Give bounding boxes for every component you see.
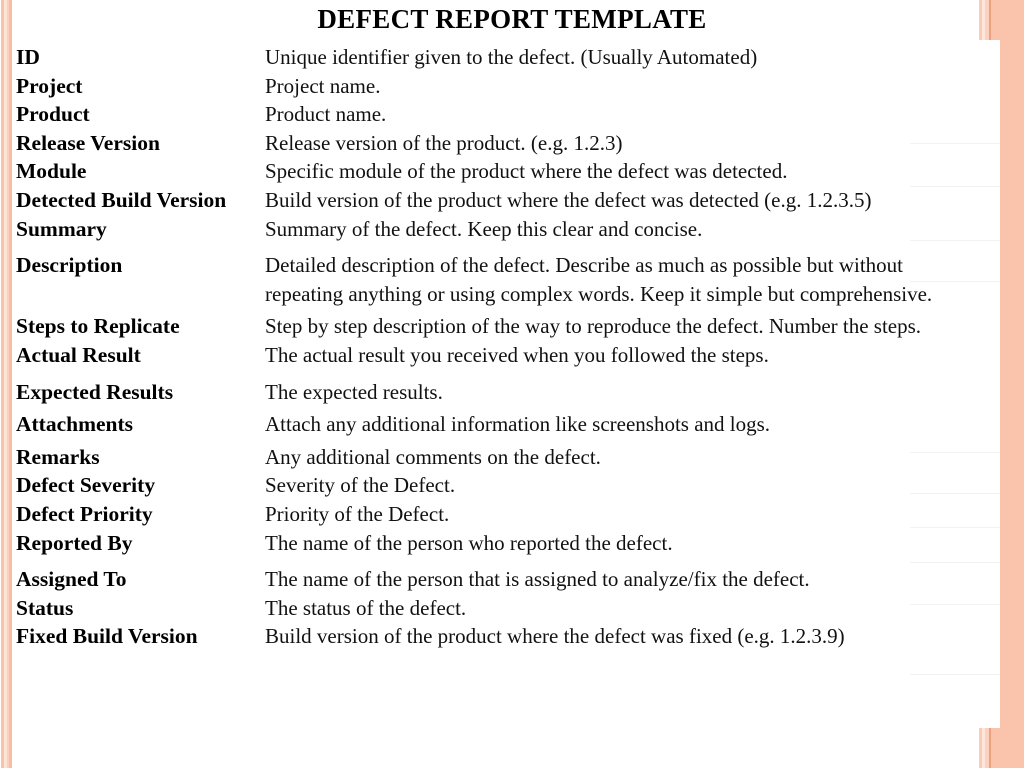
field-row: Detected Build Version Build version of t… bbox=[16, 186, 986, 215]
field-row: Status The status of the defect. bbox=[16, 594, 986, 623]
field-row: Fixed Build Version Build version of the … bbox=[16, 622, 986, 651]
field-label: Module bbox=[16, 159, 87, 184]
defect-field-table: ID Unique identifier given to the defect.… bbox=[16, 43, 986, 651]
decorative-stripe bbox=[4, 0, 7, 768]
field-description: The name of the person who reported the … bbox=[265, 530, 673, 555]
decorative-stripe bbox=[7, 0, 9, 768]
field-row: ID Unique identifier given to the defect.… bbox=[16, 43, 986, 72]
field-label: Status bbox=[16, 595, 74, 620]
field-label: Description bbox=[16, 253, 123, 278]
field-description: The expected results. bbox=[265, 379, 443, 404]
field-row: Summary Summary of the defect. Keep this … bbox=[16, 215, 986, 244]
field-row: Steps to Replicate Step by step descripti… bbox=[16, 312, 986, 341]
field-row: Defect Priority Priority of the Defect. bbox=[16, 500, 986, 529]
field-description: The name of the person that is assigned … bbox=[265, 567, 810, 592]
field-row: Module Specific module of the product whe… bbox=[16, 157, 986, 186]
decorative-stripe bbox=[976, 728, 979, 768]
field-label: Steps to Replicate bbox=[16, 314, 180, 339]
field-row: Attachments Attach any additional informa… bbox=[16, 410, 986, 439]
field-description: Detailed description of the defect. Desc… bbox=[265, 253, 933, 306]
decorative-stripe bbox=[991, 728, 1000, 768]
field-description: Release version of the product. (e.g. 1.… bbox=[265, 130, 623, 155]
field-row: Assigned To The name of the person that i… bbox=[16, 565, 986, 594]
field-description: The actual result you received when you … bbox=[265, 342, 769, 367]
field-row: Actual Result The actual result you recei… bbox=[16, 341, 986, 370]
field-row: Release Version Release version of the pr… bbox=[16, 129, 986, 158]
field-label: Defect Priority bbox=[16, 501, 153, 526]
field-row: Remarks Any additional comments on the de… bbox=[16, 443, 986, 472]
field-row: Product Product name. bbox=[16, 100, 986, 129]
decorative-stripe bbox=[9, 0, 12, 768]
field-description: Unique identifier given to the defect. (… bbox=[265, 45, 758, 69]
field-label: Product bbox=[16, 102, 90, 127]
field-label: Defect Severity bbox=[16, 473, 156, 498]
field-description: Step by step description of the way to r… bbox=[265, 314, 922, 339]
decorative-stripe bbox=[1, 0, 4, 768]
field-label: Detected Build Version bbox=[16, 187, 227, 212]
decorative-stripe-group-bottom bbox=[976, 728, 1000, 768]
slide-canvas: DEFECT REPORT TEMPLATE ID Unique identifi… bbox=[0, 0, 1024, 768]
margin-rule bbox=[910, 674, 1000, 675]
field-label: Project bbox=[16, 73, 83, 98]
field-row: Description Detailed description of the d… bbox=[16, 251, 986, 308]
field-label: ID bbox=[16, 45, 40, 69]
field-label: Reported By bbox=[16, 530, 133, 555]
field-description: Severity of the Defect. bbox=[265, 473, 456, 498]
field-description: Build version of the product where the d… bbox=[265, 187, 872, 212]
field-label: Actual Result bbox=[16, 342, 141, 367]
decorative-stripe bbox=[989, 728, 991, 768]
field-row: Reported By The name of the person who re… bbox=[16, 529, 986, 558]
field-label: Expected Results bbox=[16, 379, 174, 404]
field-description: Summary of the defect. Keep this clear a… bbox=[265, 216, 703, 241]
field-label: Remarks bbox=[16, 444, 100, 469]
field-description: Any additional comments on the defect. bbox=[265, 444, 601, 469]
field-description: The status of the defect. bbox=[265, 595, 467, 620]
field-description: Build version of the product where the d… bbox=[265, 624, 845, 649]
decorative-band bbox=[1000, 0, 1024, 768]
field-description: Specific module of the product where the… bbox=[265, 159, 788, 184]
field-row: Project Project name. bbox=[16, 72, 986, 101]
field-label: Fixed Build Version bbox=[16, 624, 198, 649]
field-label: Summary bbox=[16, 216, 107, 241]
field-label: Assigned To bbox=[16, 567, 127, 592]
decorative-stripe bbox=[979, 728, 982, 768]
decorative-stripe bbox=[982, 728, 985, 768]
field-label: Attachments bbox=[16, 412, 134, 437]
page-title: DEFECT REPORT TEMPLATE bbox=[317, 4, 707, 34]
field-row: Expected Results The expected results. bbox=[16, 378, 986, 407]
field-row: Defect Severity Severity of the Defect. bbox=[16, 471, 986, 500]
field-description: Attach any additional information like s… bbox=[265, 412, 771, 437]
field-description: Project name. bbox=[265, 73, 381, 98]
decorative-stripe bbox=[985, 728, 989, 768]
field-label: Release Version bbox=[16, 130, 160, 155]
field-description: Product name. bbox=[265, 102, 387, 127]
field-description: Priority of the Defect. bbox=[265, 501, 450, 526]
